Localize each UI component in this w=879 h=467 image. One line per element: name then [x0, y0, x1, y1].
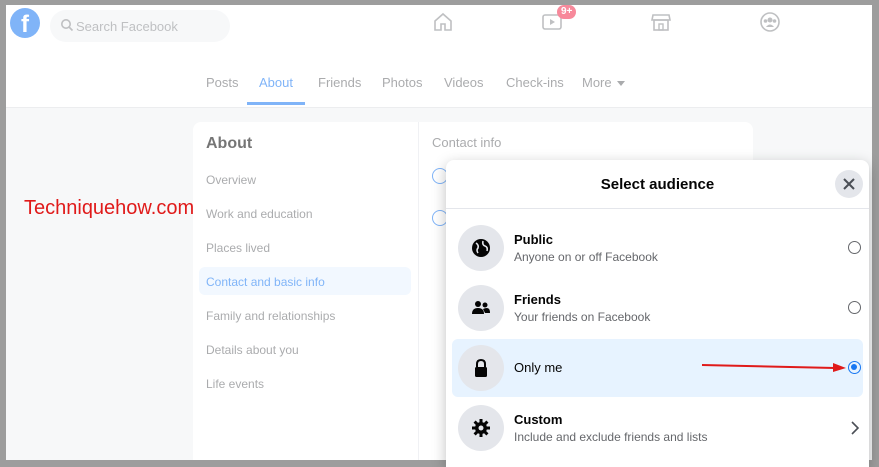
lock-icon — [475, 358, 487, 377]
option-label: Custom — [514, 412, 563, 427]
tab-more-label: More — [582, 75, 612, 90]
search-placeholder: Search Facebook — [76, 19, 178, 34]
dialog-title: Select audience — [600, 176, 715, 193]
facebook-logo-icon[interactable]: f — [10, 8, 40, 38]
tab-friends[interactable]: Friends — [318, 75, 361, 90]
option-icon-circle — [458, 225, 504, 271]
option-icon-circle — [458, 405, 504, 451]
tab-photos[interactable]: Photos — [382, 75, 422, 90]
audience-option-friends[interactable]: Friends Your friends on Facebook — [452, 279, 863, 337]
about-item-details[interactable]: Details about you — [206, 343, 299, 357]
chevron-right-icon[interactable] — [850, 420, 860, 436]
home-icon[interactable] — [432, 11, 454, 33]
audience-option-custom[interactable]: Custom Include and exclude friends and l… — [452, 399, 863, 457]
tab-check-ins[interactable]: Check-ins — [506, 75, 564, 90]
radio-button[interactable] — [848, 301, 861, 314]
watermark-text: Techniquehow.com — [24, 197, 195, 219]
tab-posts[interactable]: Posts — [206, 75, 239, 90]
about-item-places[interactable]: Places lived — [206, 241, 270, 255]
option-label: Public — [514, 232, 554, 247]
about-item-contact[interactable]: Contact and basic info — [206, 275, 325, 289]
close-button[interactable] — [835, 170, 863, 198]
about-item-life-events[interactable]: Life events — [206, 377, 264, 391]
audience-option-public[interactable]: Public Anyone on or off Facebook — [452, 219, 863, 277]
marketplace-icon[interactable] — [650, 11, 672, 33]
gear-icon — [472, 419, 490, 437]
friends-icon — [472, 301, 490, 314]
option-description: Your friends on Facebook — [514, 310, 651, 324]
close-icon — [843, 178, 855, 190]
contact-info-title: Contact info — [432, 135, 502, 150]
top-navbar: f Search Facebook 9+ — [6, 5, 872, 50]
option-label: Only me — [514, 360, 563, 375]
about-sidebar: About Overview Work and education Places… — [193, 122, 419, 460]
about-item-family[interactable]: Family and relationships — [206, 309, 335, 323]
about-item-work[interactable]: Work and education — [206, 207, 313, 221]
select-audience-dialog: Select audience Public Anyone on or off … — [446, 160, 869, 467]
option-label: Friends — [514, 292, 561, 307]
tab-videos[interactable]: Videos — [444, 75, 484, 90]
option-icon-circle — [458, 345, 504, 391]
tab-more[interactable]: More — [582, 75, 625, 90]
search-box[interactable]: Search Facebook — [50, 10, 230, 42]
option-icon-circle — [458, 285, 504, 331]
watch-badge: 9+ — [557, 5, 577, 19]
about-title: About — [206, 135, 253, 152]
active-tab-indicator — [247, 102, 305, 105]
option-description: Include and exclude friends and lists — [514, 430, 708, 444]
profile-tabs-bar: Posts About Friends Photos Videos Check-… — [6, 49, 872, 108]
caret-down-icon — [616, 81, 625, 87]
search-icon — [61, 19, 74, 32]
dialog-divider — [446, 208, 869, 209]
option-description: Anyone on or off Facebook — [514, 250, 658, 264]
tab-about[interactable]: About — [259, 75, 293, 90]
red-arrow-annotation — [701, 363, 846, 372]
groups-icon[interactable] — [759, 11, 781, 33]
globe-icon — [472, 239, 490, 257]
radio-button[interactable] — [848, 241, 861, 254]
about-item-overview[interactable]: Overview — [206, 173, 256, 187]
